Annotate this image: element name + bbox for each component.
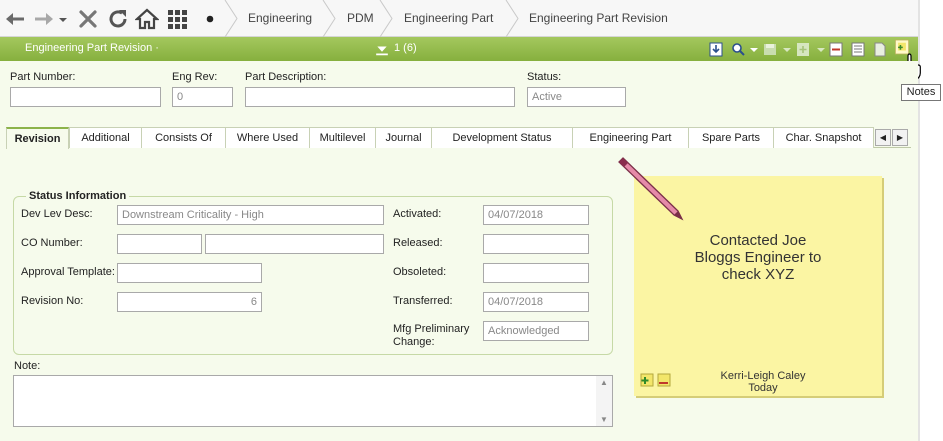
- notes-tooltip: Notes: [901, 84, 941, 101]
- co-number-label: CO Number:: [21, 237, 83, 249]
- search-icon[interactable]: [731, 41, 745, 57]
- list-view-icon[interactable]: [851, 41, 865, 57]
- breadcrumb-engineering[interactable]: Engineering: [248, 0, 312, 37]
- chevron-down-icon[interactable]: [814, 41, 825, 57]
- co-number-description-input[interactable]: [205, 234, 384, 254]
- remove-note-icon[interactable]: [657, 373, 671, 387]
- released-label: Released:: [393, 237, 443, 249]
- part-description-label: Part Description:: [245, 71, 327, 83]
- sticky-note-date: Today: [748, 382, 778, 394]
- sticky-note-author: Kerri-Leigh Caley: [720, 370, 806, 382]
- transferred-input[interactable]: 04/07/2018: [483, 292, 589, 312]
- tab-scroll-left-icon[interactable]: ◀: [875, 129, 891, 146]
- dot-icon[interactable]: [198, 7, 222, 31]
- sticky-note-text: Contacted Joe Bloggs Engineer to check X…: [694, 232, 822, 283]
- breadcrumb-separator: [224, 0, 238, 38]
- tab-strip: Revision Additional Consists Of Where Us…: [6, 127, 911, 149]
- breadcrumb-separator: [379, 0, 393, 38]
- status-input[interactable]: Active: [527, 87, 626, 107]
- tab-consists-of[interactable]: Consists Of: [141, 127, 226, 148]
- home-icon[interactable]: [134, 7, 160, 31]
- breadcrumb-separator: [322, 0, 336, 38]
- breadcrumb-engineering-part-revision[interactable]: Engineering Part Revision: [529, 0, 668, 37]
- scroll-up-icon[interactable]: ▲: [600, 378, 608, 387]
- released-input[interactable]: [483, 234, 589, 254]
- transferred-label: Transferred:: [393, 295, 453, 307]
- download-icon[interactable]: [709, 41, 723, 57]
- close-icon[interactable]: [76, 7, 100, 31]
- status-information-title: Status Information: [26, 190, 130, 202]
- scroll-down-icon[interactable]: ▼: [600, 415, 608, 424]
- eng-rev-label: Eng Rev:: [172, 71, 218, 83]
- tab-where-used[interactable]: Where Used: [225, 127, 310, 148]
- breadcrumb-engineering-part[interactable]: Engineering Part: [404, 0, 493, 37]
- grid-menu-icon[interactable]: [165, 7, 189, 31]
- obsoleted-input[interactable]: [483, 263, 589, 283]
- tab-journal[interactable]: Journal: [375, 127, 432, 148]
- chevron-down-icon[interactable]: [780, 41, 791, 57]
- delete-record-icon[interactable]: [829, 41, 843, 57]
- tab-spare-parts[interactable]: Spare Parts: [688, 127, 774, 148]
- tab-development-status[interactable]: Development Status: [431, 127, 573, 148]
- approval-template-label: Approval Template:: [21, 266, 115, 278]
- document-icon[interactable]: [873, 41, 887, 57]
- chevron-down-icon[interactable]: [57, 7, 69, 31]
- breadcrumb-separator: [505, 0, 519, 38]
- record-selector-dropdown-icon[interactable]: [375, 42, 388, 56]
- mfg-preliminary-label: Mfg Preliminary: [393, 323, 470, 335]
- main-panel: Part Number: Eng Rev: 0 Part Description…: [0, 61, 918, 441]
- mfg-preliminary-change-input[interactable]: Acknowledged: [483, 321, 589, 341]
- save-icon[interactable]: [763, 41, 777, 57]
- dev-lev-desc-label: Dev Lev Desc:: [21, 208, 93, 220]
- tab-multilevel[interactable]: Multilevel: [309, 127, 376, 148]
- part-number-label: Part Number:: [10, 71, 76, 83]
- status-label: Status:: [527, 71, 562, 83]
- revision-no-label: Revision No:: [21, 295, 84, 307]
- note-scrollbar[interactable]: ▲ ▼: [596, 376, 612, 426]
- eng-rev-input[interactable]: 0: [172, 87, 233, 107]
- activated-label: Activated:: [393, 208, 442, 220]
- dev-lev-desc-input[interactable]: Downstream Criticality - High: [117, 205, 384, 225]
- tab-revision[interactable]: Revision: [6, 127, 69, 149]
- co-number-input[interactable]: [117, 234, 202, 254]
- note-textarea[interactable]: ▲ ▼: [13, 375, 613, 427]
- tab-char-snapshot[interactable]: Char. Snapshot: [773, 127, 874, 148]
- activated-input[interactable]: 04/07/2018: [483, 205, 589, 225]
- chevron-down-icon[interactable]: [747, 41, 758, 57]
- tab-additional[interactable]: Additional: [69, 127, 142, 148]
- obsoleted-label: Obsoleted:: [393, 266, 447, 278]
- approval-template-input[interactable]: [117, 263, 262, 283]
- new-record-icon[interactable]: [796, 41, 810, 57]
- tab-scroll-right-icon[interactable]: ▶: [892, 129, 908, 146]
- page-title-bar: Engineering Part Revision · 1 (6): [0, 37, 918, 61]
- record-counter[interactable]: 1 (6): [394, 42, 417, 54]
- refresh-icon[interactable]: [106, 7, 130, 31]
- note-label: Note:: [14, 360, 41, 372]
- pen-icon: [616, 153, 688, 223]
- page-title: Engineering Part Revision ·: [25, 42, 159, 54]
- revision-no-input[interactable]: 6: [117, 292, 262, 312]
- top-navigation-bar: Engineering PDM Engineering Part Enginee…: [0, 0, 918, 38]
- forward-arrow-icon[interactable]: [31, 7, 55, 31]
- part-description-input[interactable]: [245, 87, 515, 107]
- part-number-input[interactable]: [10, 87, 161, 107]
- add-note-icon[interactable]: [640, 373, 654, 387]
- back-arrow-icon[interactable]: [4, 7, 28, 31]
- tab-engineering-part[interactable]: Engineering Part: [572, 127, 689, 148]
- mfg-preliminary-change-label: Change:: [393, 336, 435, 348]
- breadcrumb-pdm[interactable]: PDM: [347, 0, 374, 37]
